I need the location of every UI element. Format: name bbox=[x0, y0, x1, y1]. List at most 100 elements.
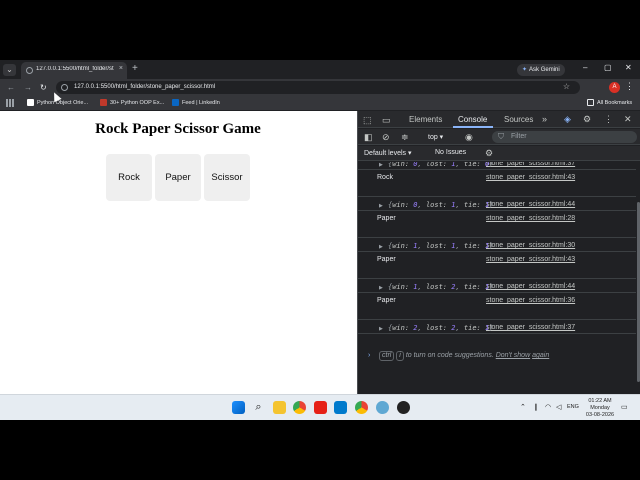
settings-gear-icon[interactable]: ⚙ bbox=[583, 114, 591, 124]
sidebar-toggle-icon[interactable]: ◧ bbox=[364, 132, 373, 142]
console-log-row: stone_paper_scissor.html:37 ▶ {win: 0, los… bbox=[358, 162, 636, 170]
expand-arrow-icon[interactable]: ▶ bbox=[379, 203, 383, 209]
dont-show-link[interactable]: Don't show bbox=[496, 352, 530, 359]
youtube-icon[interactable] bbox=[314, 401, 327, 414]
log-source-link[interactable]: stone_paper_scissor.html:37 bbox=[486, 324, 575, 331]
browser-tab[interactable]: 127.0.0.1:5500/html_folder/sto × bbox=[21, 62, 127, 79]
expand-arrow-icon[interactable]: ▶ bbox=[379, 244, 383, 250]
inspect-icon[interactable]: ⬚ bbox=[363, 115, 372, 125]
bookmark-label: Python Object Orie... bbox=[37, 100, 89, 106]
all-bookmarks[interactable]: All Bookmarks bbox=[587, 99, 632, 107]
bookmark-item[interactable]: 30+ Python OOP Ex... bbox=[100, 99, 164, 107]
scissor-button[interactable]: Scissor bbox=[204, 154, 250, 201]
hint-key-ctrl: ctrl bbox=[379, 351, 395, 361]
filter-placeholder: Filter bbox=[511, 133, 527, 140]
log-object[interactable]: {win: 1, lost: 2, tie: 1} bbox=[388, 283, 493, 291]
log-source-link[interactable]: stone_paper_scissor.html:43 bbox=[486, 256, 575, 263]
apps-grid-icon[interactable] bbox=[6, 99, 14, 107]
reload-icon[interactable]: ↻ bbox=[40, 82, 47, 93]
console-scrollbar[interactable] bbox=[636, 162, 640, 394]
volume-icon[interactable]: ◁ bbox=[556, 403, 561, 411]
log-source-link[interactable]: stone_paper_scissor.html:44 bbox=[486, 283, 575, 290]
object-value: 0 bbox=[484, 162, 490, 168]
search-icon[interactable]: ⌕ bbox=[252, 401, 265, 414]
tab-strip: ⌄ 127.0.0.1:5500/html_folder/sto × + ✦ As… bbox=[0, 60, 640, 79]
levels-label: Default levels bbox=[364, 150, 407, 157]
language-indicator[interactable]: ENG bbox=[567, 404, 579, 410]
new-tab-button[interactable]: + bbox=[132, 63, 138, 75]
minimize-button[interactable]: – bbox=[583, 63, 587, 72]
bookmark-star-icon[interactable]: ☆ bbox=[563, 82, 570, 91]
object-value: 1 bbox=[484, 242, 490, 250]
log-source-link[interactable]: stone_paper_scissor.html:43 bbox=[486, 174, 575, 181]
object-value: 1 bbox=[484, 324, 490, 332]
log-source-link[interactable]: stone_paper_scissor.html:36 bbox=[486, 297, 575, 304]
back-arrow-icon[interactable]: ← bbox=[7, 82, 15, 93]
expand-arrow-icon[interactable]: ▶ bbox=[379, 326, 383, 332]
notification-icon[interactable]: ▭ bbox=[621, 403, 628, 411]
site-info-icon[interactable] bbox=[61, 84, 68, 91]
profile-avatar[interactable]: A bbox=[609, 82, 620, 93]
mic-icon[interactable]: ❙ bbox=[533, 403, 539, 411]
ai-assistant-icon[interactable]: ◈ bbox=[564, 114, 571, 124]
console-log-row: stone_paper_scissor.html:44 ▶ {win: 0, los… bbox=[358, 197, 636, 211]
more-tabs-icon[interactable]: » bbox=[542, 114, 547, 124]
tab-close-icon[interactable]: × bbox=[119, 65, 123, 72]
tab-sources[interactable]: Sources bbox=[504, 115, 533, 124]
more-options-icon[interactable]: ⋮ bbox=[604, 114, 613, 124]
file-explorer-icon[interactable] bbox=[273, 401, 286, 414]
log-message: Paper bbox=[377, 256, 396, 263]
settings-sliders-icon[interactable]: ≑ bbox=[401, 132, 409, 142]
expand-arrow-icon[interactable]: ▶ bbox=[379, 162, 383, 168]
log-message: Paper bbox=[377, 297, 396, 304]
log-object[interactable]: {win: 1, lost: 1, tie: 1} bbox=[388, 242, 493, 250]
chrome-icon[interactable] bbox=[293, 401, 306, 414]
eye-icon[interactable]: ◉ bbox=[465, 132, 473, 142]
address-bar[interactable]: 127.0.0.1:5500/html_folder/stone_paper_s… bbox=[56, 81, 580, 94]
github-icon[interactable] bbox=[397, 401, 410, 414]
page-title: Rock Paper Scissor Game bbox=[95, 121, 261, 137]
issues-label[interactable]: No Issues bbox=[435, 149, 466, 156]
log-object[interactable]: {win: 0, lost: 1, tie: 1} bbox=[388, 201, 493, 209]
levels-dropdown[interactable]: Default levels ▾ bbox=[364, 149, 412, 157]
log-source-link[interactable]: stone_paper_scissor.html:28 bbox=[486, 215, 575, 222]
clock[interactable]: 01:22 AM Monday 03-08-2026 bbox=[580, 398, 620, 419]
console-log-row: Paper stone_paper_scissor.html:28 bbox=[358, 211, 636, 238]
tab-elements[interactable]: Elements bbox=[409, 115, 442, 124]
more-menu-icon[interactable]: ⋮ bbox=[625, 81, 634, 92]
start-windows-icon[interactable] bbox=[232, 401, 245, 414]
bookmark-item[interactable]: Feed | LinkedIn bbox=[172, 99, 220, 107]
console-toolbar: ◧ ⊘ ≑ top ▾ ◉ ⛉ Filter bbox=[358, 129, 640, 145]
close-window-button[interactable]: ✕ bbox=[625, 63, 632, 72]
app-icon[interactable] bbox=[376, 401, 389, 414]
chrome-profile-icon[interactable] bbox=[355, 401, 368, 414]
close-devtools-icon[interactable]: ✕ bbox=[624, 114, 632, 124]
object-value: 0 bbox=[413, 201, 418, 209]
filter-icon: ⛉ bbox=[498, 132, 504, 141]
clear-console-icon[interactable]: ⊘ bbox=[382, 132, 390, 142]
tray-chevron-icon[interactable]: ⌃ bbox=[520, 403, 526, 411]
expand-arrow-icon[interactable]: ▶ bbox=[379, 285, 383, 291]
log-source-link[interactable]: stone_paper_scissor.html:44 bbox=[486, 201, 575, 208]
log-source-link[interactable]: stone_paper_scissor.html:30 bbox=[486, 242, 575, 249]
device-toggle-icon[interactable]: ▭ bbox=[382, 115, 391, 125]
paper-button[interactable]: Paper bbox=[155, 154, 201, 201]
tab-console[interactable]: Console bbox=[458, 115, 487, 124]
site-icon bbox=[100, 99, 107, 107]
bookmark-label: 30+ Python OOP Ex... bbox=[110, 100, 165, 106]
context-selector[interactable]: top ▾ bbox=[428, 133, 443, 141]
forward-arrow-icon[interactable]: → bbox=[24, 82, 32, 93]
browser-toolbar: ← → ↻ 127.0.0.1:5500/html_folder/stone_p… bbox=[0, 79, 640, 96]
filter-input[interactable]: ⛉ Filter bbox=[492, 131, 637, 143]
maximize-button[interactable]: ▢ bbox=[604, 63, 612, 72]
tab-search-icon[interactable]: ⌄ bbox=[3, 64, 16, 76]
rock-button[interactable]: Rock bbox=[106, 154, 152, 201]
log-source-link[interactable]: stone_paper_scissor.html:37 bbox=[486, 162, 575, 167]
ask-gemini-button[interactable]: ✦ Ask Gemini bbox=[517, 64, 565, 76]
console-settings-icon[interactable]: ⚙ bbox=[485, 148, 493, 158]
again-link[interactable]: again bbox=[532, 352, 549, 359]
wifi-icon[interactable]: ◠ bbox=[545, 403, 551, 411]
vscode-icon[interactable] bbox=[334, 401, 347, 414]
log-object[interactable]: {win: 2, lost: 2, tie: 1} bbox=[388, 324, 493, 332]
log-object[interactable]: {win: 0, lost: 1, tie: 0} bbox=[388, 162, 493, 168]
